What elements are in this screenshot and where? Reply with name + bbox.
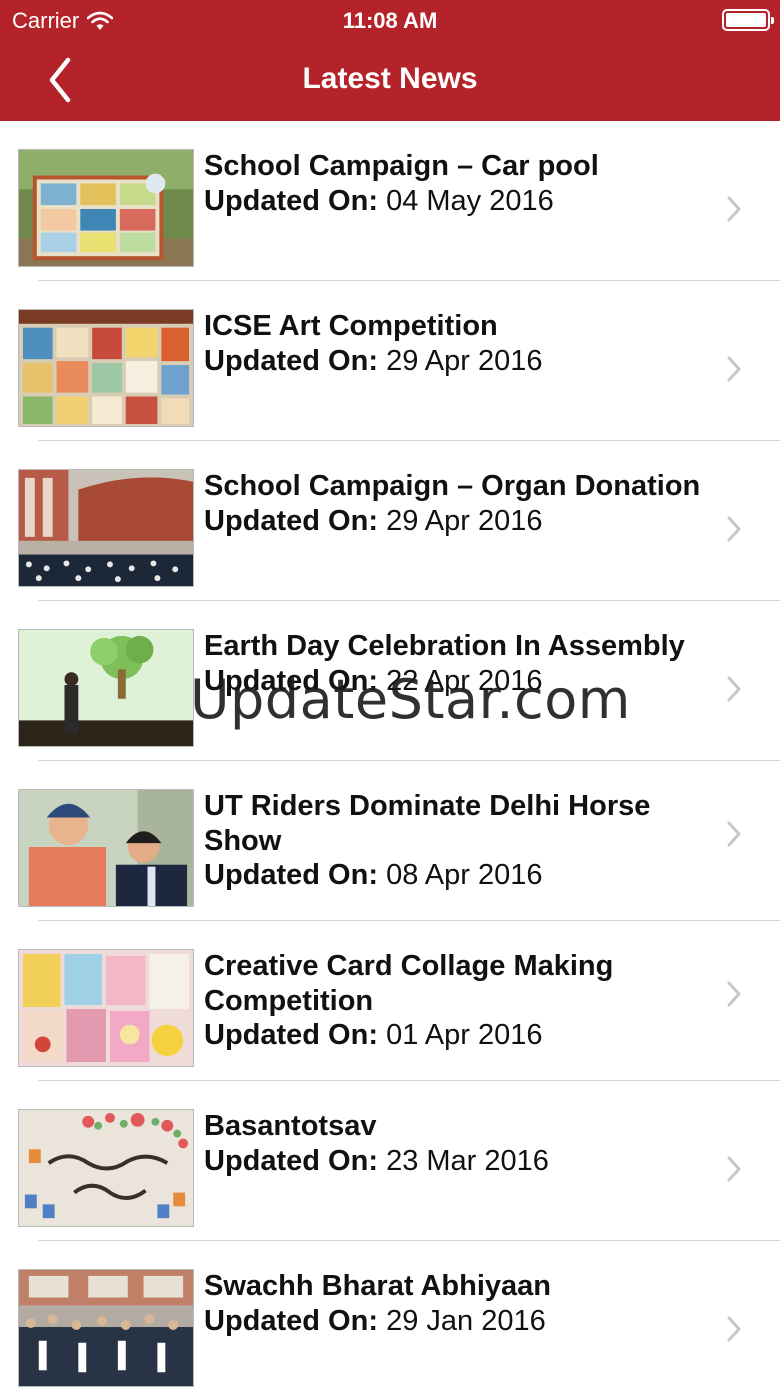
date-value: 29 Jan 2016 [386,1304,546,1337]
news-text: UT Riders Dominate Delhi Horse Show Upda… [204,789,724,893]
navigation-bar: Latest News [0,40,780,121]
news-thumbnail [18,949,194,1067]
news-text: Basantotsav Updated On: 23 Mar 2016 [204,1109,724,1178]
date-label: Updated On: [204,184,378,217]
chevron-right-icon [727,1156,741,1182]
news-title: Basantotsav [204,1110,377,1142]
news-item[interactable]: Creative Card Collage Making Competition… [0,921,780,1081]
news-thumbnail [18,309,194,427]
news-text: Creative Card Collage Making Competition… [204,949,724,1053]
chevron-right-icon [727,676,741,702]
news-date: Updated On: 29 Jan 2016 [204,1304,724,1339]
news-date: Updated On: 29 Apr 2016 [204,504,724,539]
news-title: School Campaign – Car pool [204,150,599,182]
news-thumbnail [18,789,194,907]
news-title: UT Riders Dominate Delhi Horse Show [204,790,651,857]
news-title: Creative Card Collage Making Competition [204,950,614,1017]
news-item[interactable]: ICSE Art Competition Updated On: 29 Apr … [0,281,780,441]
news-text: ICSE Art Competition Updated On: 29 Apr … [204,309,724,378]
date-label: Updated On: [204,1304,378,1337]
battery-icon [722,9,774,31]
date-label: Updated On: [204,1019,378,1051]
news-date: Updated On: 04 May 2016 [204,184,724,219]
news-title: Earth Day Celebration In Assembly [204,630,685,662]
news-thumbnail [18,149,194,267]
date-value: 01 Apr 2016 [386,1019,543,1051]
page-title: Latest News [302,62,478,95]
watermark-text: UpdateStar.com [190,668,631,731]
date-label: Updated On: [204,504,378,537]
news-text: Swachh Bharat Abhiyaan Updated On: 29 Ja… [204,1269,724,1338]
status-time: 11:08 AM [342,8,438,33]
date-value: 04 May 2016 [386,184,554,217]
news-title: ICSE Art Competition [204,310,498,342]
news-text: School Campaign – Car pool Updated On: 0… [204,149,724,218]
news-item[interactable]: Basantotsav Updated On: 23 Mar 2016 [0,1081,780,1241]
date-label: Updated On: [204,859,378,891]
chevron-right-icon [727,356,741,382]
news-item[interactable]: School Campaign – Car pool Updated On: 0… [0,121,780,281]
news-thumbnail [18,1109,194,1227]
news-title: School Campaign – Organ Donation [204,470,701,502]
news-thumbnail [18,629,194,747]
date-label: Updated On: [204,1144,378,1177]
date-value: 29 Apr 2016 [386,504,543,537]
app-header: Carrier 11:08 AM Latest News [0,0,780,121]
news-date: Updated On: 29 Apr 2016 [204,344,724,379]
news-item[interactable]: School Campaign – Organ Donation Updated… [0,441,780,601]
news-thumbnail [18,1269,194,1387]
news-text: School Campaign – Organ Donation Updated… [204,469,724,538]
chevron-right-icon [727,1316,741,1342]
news-date: Updated On: 08 Apr 2016 [204,858,724,893]
date-value: 29 Apr 2016 [386,344,543,377]
date-label: Updated On: [204,344,378,377]
status-bar: Carrier 11:08 AM [0,0,780,40]
chevron-right-icon [727,821,741,847]
news-thumbnail [18,469,194,587]
date-value: 23 Mar 2016 [386,1144,549,1177]
chevron-right-icon [727,981,741,1007]
news-title: Swachh Bharat Abhiyaan [204,1270,552,1302]
news-date: Updated On: 01 Apr 2016 [204,1018,724,1053]
chevron-right-icon [727,196,741,222]
news-item[interactable]: Swachh Bharat Abhiyaan Updated On: 29 Ja… [0,1241,780,1387]
chevron-right-icon [727,516,741,542]
news-date: Updated On: 23 Mar 2016 [204,1144,724,1179]
date-value: 08 Apr 2016 [386,859,543,891]
news-item[interactable]: UT Riders Dominate Delhi Horse Show Upda… [0,761,780,921]
news-list: School Campaign – Car pool Updated On: 0… [0,121,780,1387]
